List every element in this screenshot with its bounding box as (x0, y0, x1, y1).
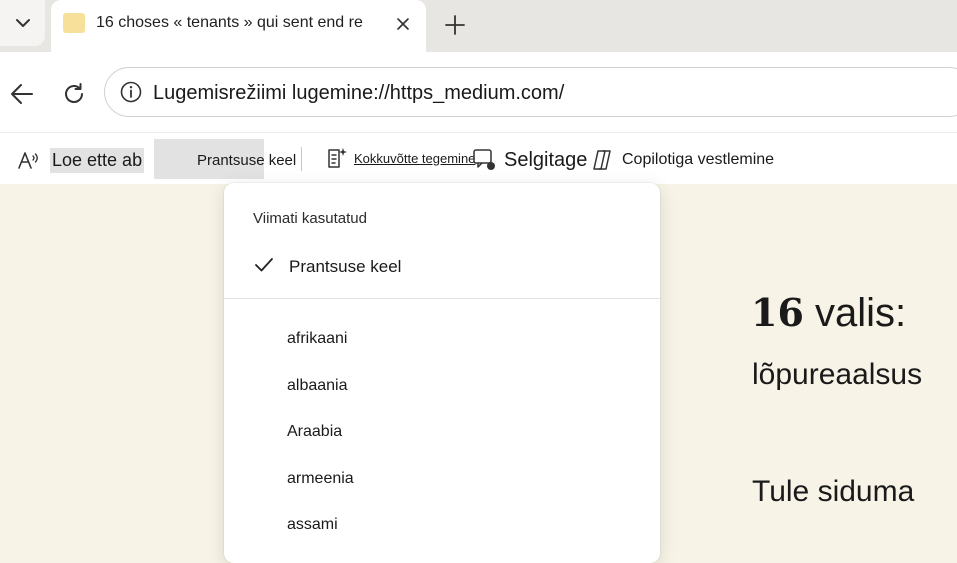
reader-toolbar: Loe ette ab Prantsuse keel Kokkuvõtte te… (0, 132, 957, 184)
info-circle-icon (120, 81, 142, 103)
explain-button[interactable]: Selgitage (472, 145, 587, 175)
copilot-icon (593, 150, 611, 170)
translate-button[interactable]: Prantsuse keel (197, 145, 296, 175)
chat-explain-icon (473, 149, 495, 170)
language-option[interactable]: assami (287, 515, 354, 562)
summarize-icon (328, 148, 347, 168)
selected-language-option[interactable]: Prantsuse keel (289, 257, 401, 277)
reload-icon (65, 83, 83, 103)
language-option[interactable]: Araabia (287, 422, 354, 469)
article-heading: Tule siduma (752, 475, 915, 508)
language-dropdown: Viimati kasutatud Prantsuse keel afrikaa… (224, 183, 660, 563)
active-tab[interactable]: 16 choses « tenants » qui sent end re (51, 0, 426, 52)
article-title-text: valis: (815, 291, 907, 335)
address-bar[interactable]: Lugemisrežiimi lugemine://https_medium.c… (104, 67, 957, 117)
language-list: afrikaani albaania Araabia armeenia assa… (287, 329, 354, 562)
info-icon[interactable] (119, 80, 143, 104)
article-title-number: 16 (751, 290, 804, 335)
new-tab-button[interactable] (440, 10, 470, 40)
checkmark-icon (255, 258, 273, 272)
summarize-label: Kokkuvõtte tegemine (354, 150, 476, 166)
article-subtitle: lõpureaalsus (752, 358, 923, 391)
close-icon (397, 18, 409, 30)
read-aloud-label: Loe ette ab (50, 147, 145, 173)
language-option[interactable]: afrikaani (287, 329, 354, 376)
recently-used-header: Viimati kasutatud (253, 210, 367, 227)
read-aloud-icon (18, 152, 38, 169)
copilot-label: Copilotiga vestlemine (622, 151, 775, 168)
reload-button[interactable] (58, 78, 90, 110)
dropdown-divider (224, 298, 660, 299)
language-option[interactable]: albaania (287, 376, 354, 423)
copilot-chat-button[interactable]: Copilotiga vestlemine (590, 145, 774, 175)
back-button[interactable] (6, 78, 38, 110)
summarize-button[interactable]: Kokkuvõtte tegemine (326, 143, 475, 173)
tab-actions-menu-button[interactable] (0, 0, 45, 46)
tab-title: 16 choses « tenants » qui sent end re (96, 14, 363, 31)
browser-toolbar: Lugemisrežiimi lugemine://https_medium.c… (0, 52, 957, 132)
url-text: Lugemisrežiimi lugemine://https_medium.c… (153, 82, 565, 104)
arrow-left-icon (11, 84, 33, 104)
read-aloud-button[interactable]: Loe ette ab (16, 145, 145, 175)
explain-label: Selgitage (504, 148, 588, 171)
plus-icon (445, 15, 465, 35)
article-title: 16 valis: (751, 288, 906, 338)
toolbar-divider (301, 147, 302, 171)
language-option[interactable]: armeenia (287, 469, 354, 516)
favicon-icon (63, 13, 85, 33)
chevron-down-icon (15, 19, 30, 27)
tab-strip: 16 choses « tenants » qui sent end re (0, 0, 957, 52)
tab-close-button[interactable] (391, 12, 415, 36)
